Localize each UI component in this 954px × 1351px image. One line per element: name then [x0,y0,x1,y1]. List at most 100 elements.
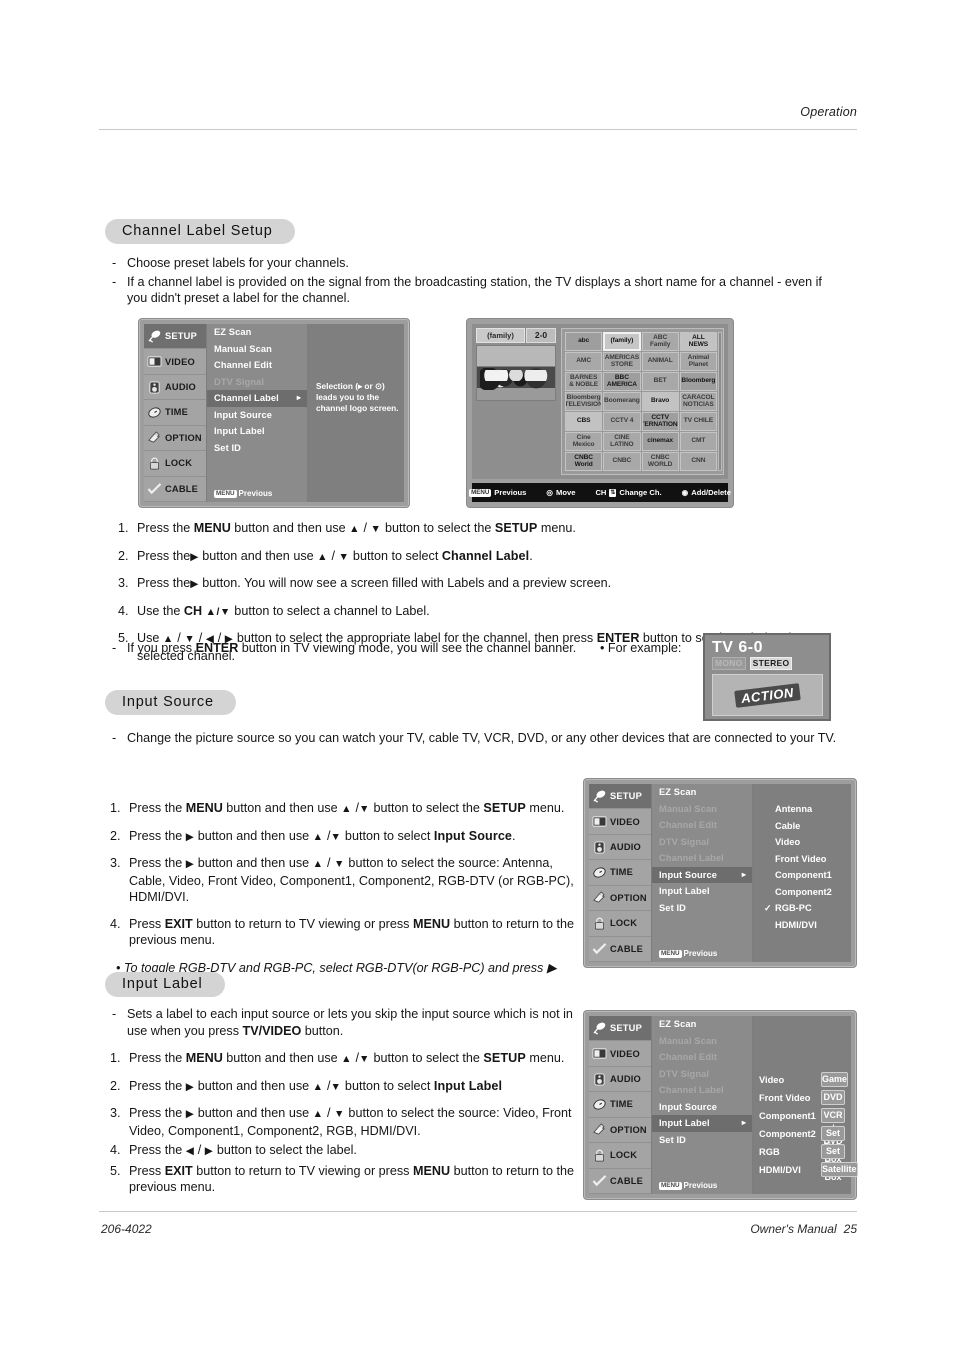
osd-item-manual-scan[interactable]: Manual Scan [207,341,307,358]
label-value[interactable]: Set Top Box [821,1144,845,1182]
channel-logo-cell[interactable]: ANIMAL [641,352,679,371]
osd-item-input-label[interactable]: Input Label [207,423,307,440]
osd-item-channel-edit[interactable]: Channel Edit [207,357,307,374]
osd-category-video[interactable]: VIDEO [589,809,651,835]
channel-logo-cell[interactable]: BARNES & NOBLE [565,372,603,391]
osd-category-option[interactable]: OPTION [144,426,206,452]
source-option-component2[interactable]: Component2 [753,884,851,901]
channel-preview-column: (family) 2-0 [476,328,556,475]
label-value[interactable]: Satellite [821,1162,858,1177]
footer-divider [99,1211,857,1212]
osd-category-video[interactable]: VIDEO [589,1041,651,1067]
channel-logo-label: AMERICAS STORE [604,353,640,368]
channel-logo-cell[interactable]: abc [565,332,603,351]
osd-category-time[interactable]: TIME [589,860,651,886]
logo-grid-scrollbar[interactable] [718,332,722,471]
channel-logo-cell[interactable]: CMT [679,432,717,451]
channel-logo-cell[interactable]: Animal Planet [679,352,717,371]
bottom-bar-move[interactable]: ◎ Move [546,488,575,497]
osd-item-ez-scan[interactable]: EZ Scan [207,324,307,341]
osd-item-ez-scan[interactable]: EZ Scan [652,784,752,801]
channel-logo-cell[interactable]: BET [641,372,679,391]
source-option-hdmi-dvi[interactable]: HDMI/DVI [753,917,851,934]
channel-logo-cell[interactable]: CCTV INTERNATIONAL [641,412,679,431]
osd-category-setup[interactable]: SETUP [144,324,206,350]
channel-logo-label: Cine Mexico [572,433,595,448]
source-option-rgb-pc[interactable]: ✓ RGB-PC [753,900,851,917]
osd-item-set-id[interactable]: Set ID [207,440,307,457]
osd-item-manual-scan: Manual Scan [659,803,717,814]
osd-category-audio[interactable]: AUDIO [589,835,651,861]
osd-category-lock[interactable]: LOCK [589,911,651,937]
osd-category-lock[interactable]: LOCK [144,451,206,477]
osd-category-cable[interactable]: CABLE [144,477,206,502]
source-option-front-video[interactable]: Front Video [753,851,851,868]
channel-logo-cell[interactable]: BBC AMERICA [603,372,641,391]
label-value[interactable]: Game [821,1072,849,1087]
osd-item-input-label[interactable]: Input Label [652,1115,752,1132]
channel-logo-cell[interactable]: CNBC World [565,452,603,471]
osd-category-cable[interactable]: CABLE [589,937,651,962]
label-value[interactable]: VCR / DVD [821,1108,845,1146]
osd-category-time[interactable]: TIME [589,1092,651,1118]
label-row-hdmi-dvi: HDMI/DVI Satellite [759,1161,858,1178]
channel-logo-cell[interactable]: cinemax [641,432,679,451]
osd-item-set-id[interactable]: Set ID [652,1132,752,1149]
osd-category-label: CABLE [610,1175,644,1186]
osd-previous-label: Previous [683,949,718,958]
channel-logo-cell[interactable]: CCTV 4 [603,412,641,431]
osd-previous-hint: MENU Previous [659,949,717,958]
channel-logo-cell[interactable]: Bloomberg [679,372,717,391]
channel-logo-label: ANIMAL [647,357,673,365]
osd-item-input-source[interactable]: Input Source [652,866,752,883]
logo-grid[interactable]: abc (family) ABC Family ALL NEWS AMC AMERICAS… [565,332,717,471]
osd-category-option[interactable]: OPTION [589,886,651,912]
osd-channel-logo-screen: (family) 2-0 abc (family) ABC Family ALL NE… [466,318,734,508]
channel-logo-cell[interactable]: ALL NEWS [679,332,717,351]
label-value[interactable]: Set Top Box [821,1126,845,1164]
channel-logo-cell[interactable]: (family) [603,332,641,351]
bottom-bar-add-delete[interactable]: ◉ Add/Delete [682,488,731,497]
osd-category-setup[interactable]: SETUP [589,1016,651,1042]
channel-logo-cell[interactable]: CNBC WORLD [641,452,679,471]
source-option-antenna[interactable]: Antenna [753,801,851,818]
source-option-component1[interactable]: Component1 [753,867,851,884]
osd-item-input-source[interactable]: Input Source [652,1099,752,1116]
label-value[interactable]: DVD [821,1090,845,1105]
osd-item-channel-label[interactable]: Channel Label [207,390,307,407]
monitor-icon [592,815,607,828]
osd-category-time[interactable]: TIME [144,400,206,426]
channel-logo-cell[interactable]: CINE LATINO [603,432,641,451]
channel-logo-cell[interactable]: Bravo [641,392,679,411]
osd-category-audio[interactable]: AUDIO [144,375,206,401]
osd-category-setup[interactable]: SETUP [589,784,651,810]
channel-logo-cell[interactable]: CNN [679,452,717,471]
channel-logo-cell[interactable]: Cine Mexico [565,432,603,451]
osd-item-ez-scan[interactable]: EZ Scan [652,1016,752,1033]
osd-item-input-source[interactable]: Input Source [207,407,307,424]
osd-item-manual-scan: Manual Scan [659,1035,717,1046]
bottom-bar-change-ch[interactable]: CH ⇅ Change Ch. [595,488,661,497]
osd-category-lock[interactable]: LOCK [589,1143,651,1169]
channel-logo-cell[interactable]: CNBC [603,452,641,471]
osd-item-set-id[interactable]: Set ID [652,900,752,917]
channel-logo-cell[interactable]: AMERICAS STORE [603,352,641,371]
osd-item-input-label[interactable]: Input Label [652,883,752,900]
osd-category-audio[interactable]: AUDIO [589,1067,651,1093]
source-option-cable[interactable]: Cable [753,818,851,835]
channel-logo-cell[interactable]: AMC [565,352,603,371]
bullet-text: Change the picture source so you can wat… [127,731,837,745]
channel-logo-cell[interactable]: CBS [565,412,603,431]
channel-logo-cell[interactable]: Boomerang [603,392,641,411]
channel-logo-label: CBS [576,417,591,425]
channel-logo-cell[interactable]: ABC Family [641,332,679,351]
osd-category-video[interactable]: VIDEO [144,349,206,375]
channel-logo-cell[interactable]: TV CHILE [679,412,717,431]
bottom-bar-previous[interactable]: MENU Previous [469,488,526,497]
osd-category-option[interactable]: OPTION [589,1118,651,1144]
source-option-video[interactable]: Video [753,834,851,851]
osd-category-cable[interactable]: CABLE [589,1169,651,1194]
channel-logo-cell[interactable]: Bloomberg TELEVISION [565,392,603,411]
check-plug-icon [592,942,607,955]
channel-logo-cell[interactable]: CARACOL NOTICIAS [679,392,717,411]
